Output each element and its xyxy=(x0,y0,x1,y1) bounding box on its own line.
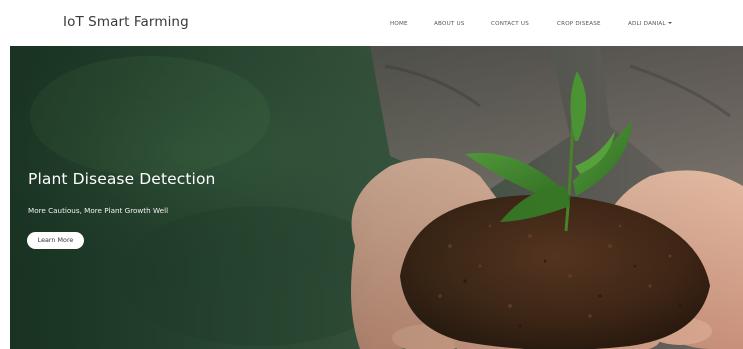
hero-subtitle: More Cautious, More Plant Growth Well xyxy=(28,206,169,215)
nav-crop-disease-link[interactable]: CROP DISEASE xyxy=(557,21,601,27)
hero-background-image xyxy=(10,46,743,349)
nav-about-link[interactable]: ABOUT US xyxy=(434,21,465,27)
hero-title: Plant Disease Detection xyxy=(28,170,216,188)
navbar: IoT Smart Farming HOME ABOUT US CONTACT … xyxy=(0,0,743,46)
hero-banner: Plant Disease Detection More Cautious, M… xyxy=(10,46,743,349)
page: IoT Smart Farming HOME ABOUT US CONTACT … xyxy=(0,0,743,349)
nav-contact-link[interactable]: CONTACT US xyxy=(491,21,529,27)
nav-home-link[interactable]: HOME xyxy=(390,21,408,27)
user-menu-dropdown[interactable]: ADLI DANIAL xyxy=(628,21,672,27)
caret-down-icon xyxy=(667,22,672,24)
brand-logo[interactable]: IoT Smart Farming xyxy=(63,14,189,30)
user-name-label: ADLI DANIAL xyxy=(628,21,666,27)
learn-more-button[interactable]: Learn More xyxy=(27,232,84,249)
